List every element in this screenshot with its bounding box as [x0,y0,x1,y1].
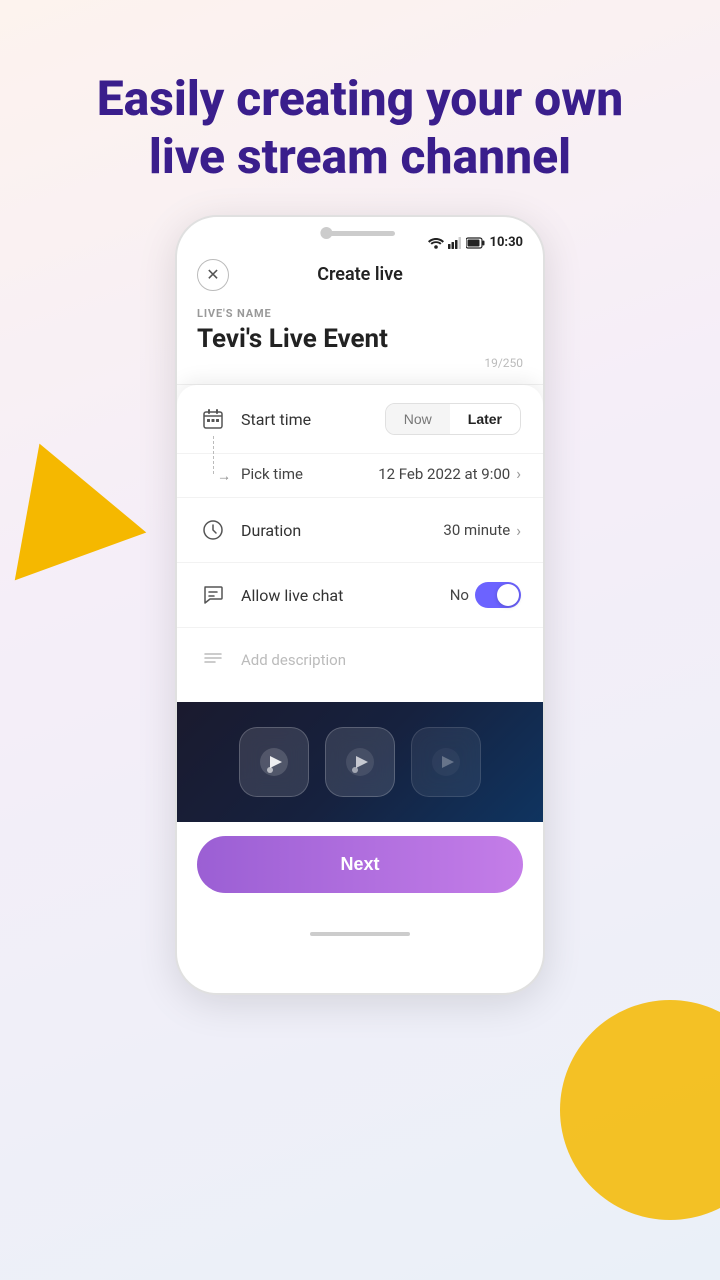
duration-value: 30 minute › [443,521,521,540]
now-button[interactable]: Now [386,404,450,434]
app-icon-3 [411,727,481,797]
add-description-row[interactable]: Add description [177,628,543,692]
page-title: Create live [317,264,403,285]
hero-section: Easily creating your own live stream cha… [0,0,720,215]
start-time-buttons: Now Later [385,403,521,435]
hero-title: Easily creating your own live stream cha… [60,70,660,185]
clock-icon [199,516,227,544]
later-button[interactable]: Later [450,404,520,434]
screenshot-bg [177,702,543,822]
close-button[interactable]: ✕ [197,259,229,291]
deco-circle [560,1000,720,1220]
live-name-label: LIVE'S NAME [197,307,523,320]
allow-live-chat-row: Allow live chat No [177,563,543,628]
battery-icon [466,237,486,249]
char-count: 19/250 [197,354,523,376]
phone-container: 10:30 ✕ Create live LIVE'S NAME Tevi's L… [0,215,720,995]
live-name-value[interactable]: Tevi's Live Event [197,324,523,354]
livestream-icon-3 [428,744,464,780]
signal-icon [448,237,462,249]
wifi-icon [428,237,444,249]
close-icon: ✕ [206,267,219,283]
start-time-label: Start time [241,410,371,429]
phone-speaker [325,231,395,236]
phone-home-bar [177,913,543,954]
status-bar: 10:30 [177,217,543,256]
dashed-connector [213,436,214,474]
phone-mockup: 10:30 ✕ Create live LIVE'S NAME Tevi's L… [175,215,545,995]
start-time-row: Start time Now Later [177,385,543,454]
calendar-icon [199,405,227,433]
next-button-wrapper: Next [177,822,543,913]
status-icons: 10:30 [428,235,524,250]
app-header: ✕ Create live [177,256,543,297]
allow-chat-status: No [450,582,521,608]
settings-card: Start time Now Later → Pick time 12 Feb … [177,385,543,702]
livestream-icon-1 [256,744,292,780]
app-icon-2 [325,727,395,797]
livestream-icon-2 [342,744,378,780]
chevron-right-icon: › [516,464,521,483]
allow-live-chat-label: Allow live chat [241,586,436,605]
description-icon [199,646,227,674]
live-name-section: LIVE'S NAME Tevi's Live Event 19/250 [177,297,543,385]
allow-live-chat-toggle[interactable] [475,582,521,608]
duration-label: Duration [241,521,429,540]
pick-time-row[interactable]: → Pick time 12 Feb 2022 at 9:00 › [177,454,543,498]
next-button[interactable]: Next [197,836,523,893]
duration-chevron-icon: › [516,521,521,540]
pick-time-value: 12 Feb 2022 at 9:00 › [378,464,521,483]
status-time: 10:30 [490,235,524,250]
pick-time-label: Pick time [241,465,378,483]
screenshot-section [177,702,543,822]
toggle-knob [497,584,519,606]
app-icon-1 [239,727,309,797]
phone-camera [320,227,332,239]
add-description-placeholder[interactable]: Add description [241,651,346,669]
home-bar-indicator [310,932,410,936]
arrow-icon: → [217,467,231,484]
duration-row[interactable]: Duration 30 minute › [177,498,543,563]
chat-icon [199,581,227,609]
